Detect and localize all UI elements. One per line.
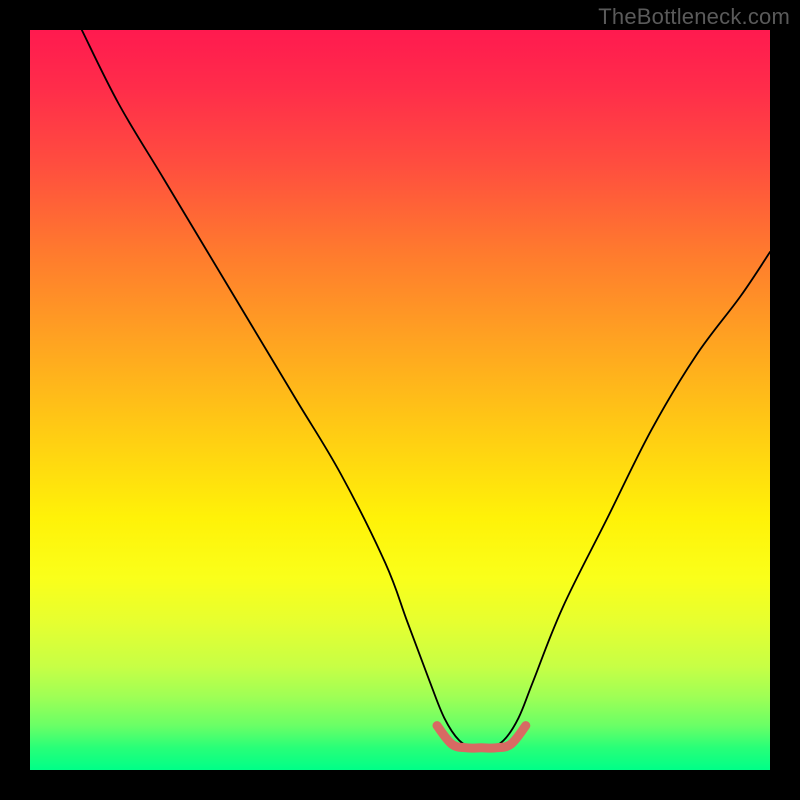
curve-layer	[30, 30, 770, 770]
bottleneck-curve	[82, 30, 770, 749]
plot-area	[30, 30, 770, 770]
chart-frame: TheBottleneck.com	[0, 0, 800, 800]
watermark-text: TheBottleneck.com	[598, 4, 790, 30]
